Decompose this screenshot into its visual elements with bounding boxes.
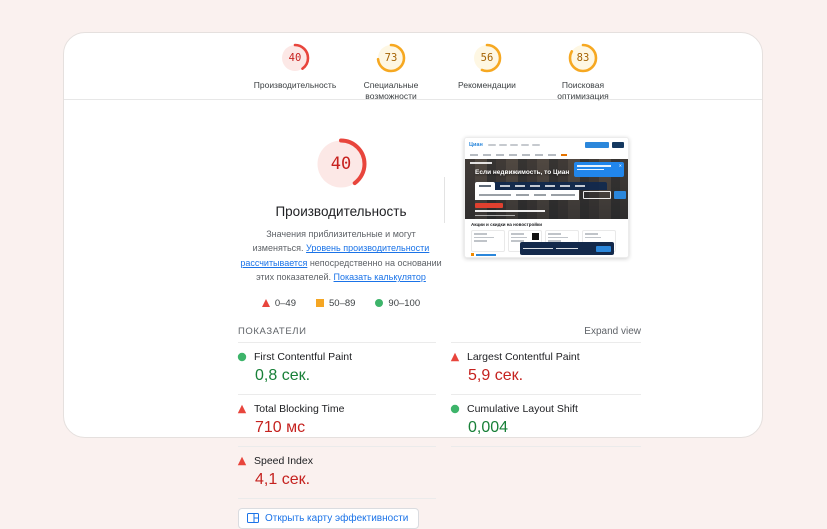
seo-gauge-small: 83: [567, 42, 599, 74]
thumb-site-nav: [465, 151, 628, 159]
fail-triangle-icon: [261, 299, 270, 308]
metric-value: 4,1 сек.: [255, 470, 311, 488]
nav-label-accessibility: Специальные возможности: [363, 80, 419, 102]
metric-speed-index: Speed Index 4,1 сек.: [237, 447, 436, 499]
legend-average-range: 50–89: [329, 297, 356, 309]
pass-circle-icon: [237, 352, 247, 361]
notification-close-icon: ✕: [618, 163, 622, 168]
best-practices-gauge-small: 56: [471, 42, 503, 74]
site-active-tab: [475, 182, 495, 190]
metric-name: Total Blocking Time: [254, 402, 345, 415]
cookie-ok-button: [596, 245, 611, 252]
performance-gauge-big: 40: [313, 136, 369, 192]
best-practices-score: 56: [480, 52, 494, 64]
vertical-divider: [444, 177, 445, 223]
nav-category-performance[interactable]: 40 Производительность: [254, 42, 336, 91]
seo-score: 83: [576, 52, 590, 64]
legend-fail: 0–49: [261, 297, 296, 309]
legend-average: 50–89: [316, 298, 355, 309]
metric-name: First Contentful Paint: [254, 350, 353, 363]
performance-summary: 40 Производительность Значения приблизит…: [238, 136, 762, 309]
nav-category-accessibility[interactable]: 73 Специальные возможности: [353, 42, 429, 103]
report-card: 40 Производительность 73 Специальные воз…: [63, 32, 763, 529]
treemap-icon: [247, 513, 259, 524]
performance-description: Значения приблизительные и могут изменят…: [240, 227, 442, 285]
site-bottom-link: [471, 253, 496, 256]
page-screenshot-thumbnail[interactable]: Циан Если недвижимость, то Циан ✕ Акции …: [464, 137, 629, 258]
legend-pass: 90–100: [375, 298, 420, 309]
thumb-hero: Если недвижимость, то Циан ✕: [465, 159, 628, 219]
metric-value: 0,8 сек.: [255, 366, 311, 384]
site-cookie-banner: [520, 242, 614, 255]
legend-fail-range: 0–49: [274, 297, 296, 309]
accessibility-score: 73: [384, 52, 398, 64]
site-hero-title: Если недвижимость, то Циан: [475, 169, 570, 176]
open-treemap-button[interactable]: Открыть карту эффективности: [238, 507, 420, 529]
treemap-button-label: Открыть карту эффективности: [265, 512, 409, 524]
thumb-site-header: Циан: [465, 138, 628, 151]
site-search-tabs: [475, 182, 607, 190]
metrics-section: ПОКАЗАТЕЛИ Expand view First Contentful …: [237, 325, 641, 499]
nav-category-seo[interactable]: 83 Поисковая оптимизация: [545, 42, 621, 103]
site-login-button: [612, 141, 624, 148]
site-logo: Циан: [469, 141, 483, 148]
site-notification-box: ✕: [574, 162, 624, 177]
metric-name: Largest Contentful Paint: [467, 350, 580, 363]
site-find-button: [614, 191, 626, 199]
metrics-column-left: First Contentful Paint 0,8 сек. Total Bl…: [237, 341, 436, 499]
fail-triangle-icon: [237, 404, 247, 413]
metric-cumulative-layout-shift: Cumulative Layout Shift 0,004: [450, 395, 641, 447]
metric-value: 5,9 сек.: [468, 366, 524, 384]
fail-triangle-icon: [450, 352, 460, 361]
nav-category-best-practices[interactable]: 56 Рекомендации: [449, 42, 525, 91]
performance-score-block: 40 Производительность Значения приблизит…: [238, 136, 444, 309]
metric-total-blocking-time: Total Blocking Time 710 мс: [237, 395, 436, 447]
metric-name: Speed Index: [254, 454, 313, 467]
metric-value: 0,004: [468, 418, 509, 436]
site-location-text: [470, 162, 492, 164]
show-calculator-link[interactable]: Показать калькулятор: [334, 272, 426, 282]
accessibility-gauge-small: 73: [375, 42, 407, 74]
site-primary-button: [585, 141, 609, 148]
site-red-badge: [475, 203, 503, 208]
legend-pass-range: 90–100: [388, 297, 421, 309]
pass-circle-icon: [375, 299, 384, 308]
average-square-icon: [316, 299, 324, 308]
metrics-header: ПОКАЗАТЕЛИ: [238, 325, 307, 337]
thumb-promo-section: Акции и скидки на новостройки: [465, 219, 628, 257]
metrics-column-right: Largest Contentful Paint 5,9 сек. Cumula…: [450, 341, 641, 499]
nav-label-performance: Производительность: [253, 80, 337, 90]
expand-view-link[interactable]: Expand view: [584, 326, 641, 337]
metric-name: Cumulative Layout Shift: [467, 402, 578, 415]
nav-label-seo: Поисковая оптимизация: [557, 80, 609, 102]
site-hero-caption: [475, 210, 545, 212]
site-map-button: [583, 191, 611, 199]
site-hero-subcaption: [475, 214, 515, 216]
nav-label-best-practices: Рекомендации: [458, 80, 516, 90]
performance-score-big: 40: [330, 154, 352, 174]
fail-triangle-icon: [237, 456, 247, 465]
performance-gauge-small: 40: [279, 42, 311, 74]
site-search-bar: [475, 190, 579, 200]
performance-score: 40: [288, 52, 302, 64]
category-nav: 40 Производительность 73 Специальные воз…: [64, 33, 762, 103]
performance-title: Производительность: [275, 204, 407, 219]
site-promo-heading: Акции и скидки на новостройки: [471, 222, 543, 227]
card-logo-dark: [532, 233, 539, 240]
metric-value: 710 мс: [255, 418, 306, 436]
metric-largest-contentful-paint: Largest Contentful Paint 5,9 сек.: [450, 343, 641, 395]
metric-first-contentful-paint: First Contentful Paint 0,8 сек.: [237, 343, 436, 395]
score-legend: 0–49 50–89 90–100: [261, 297, 420, 309]
pass-circle-icon: [450, 404, 460, 413]
